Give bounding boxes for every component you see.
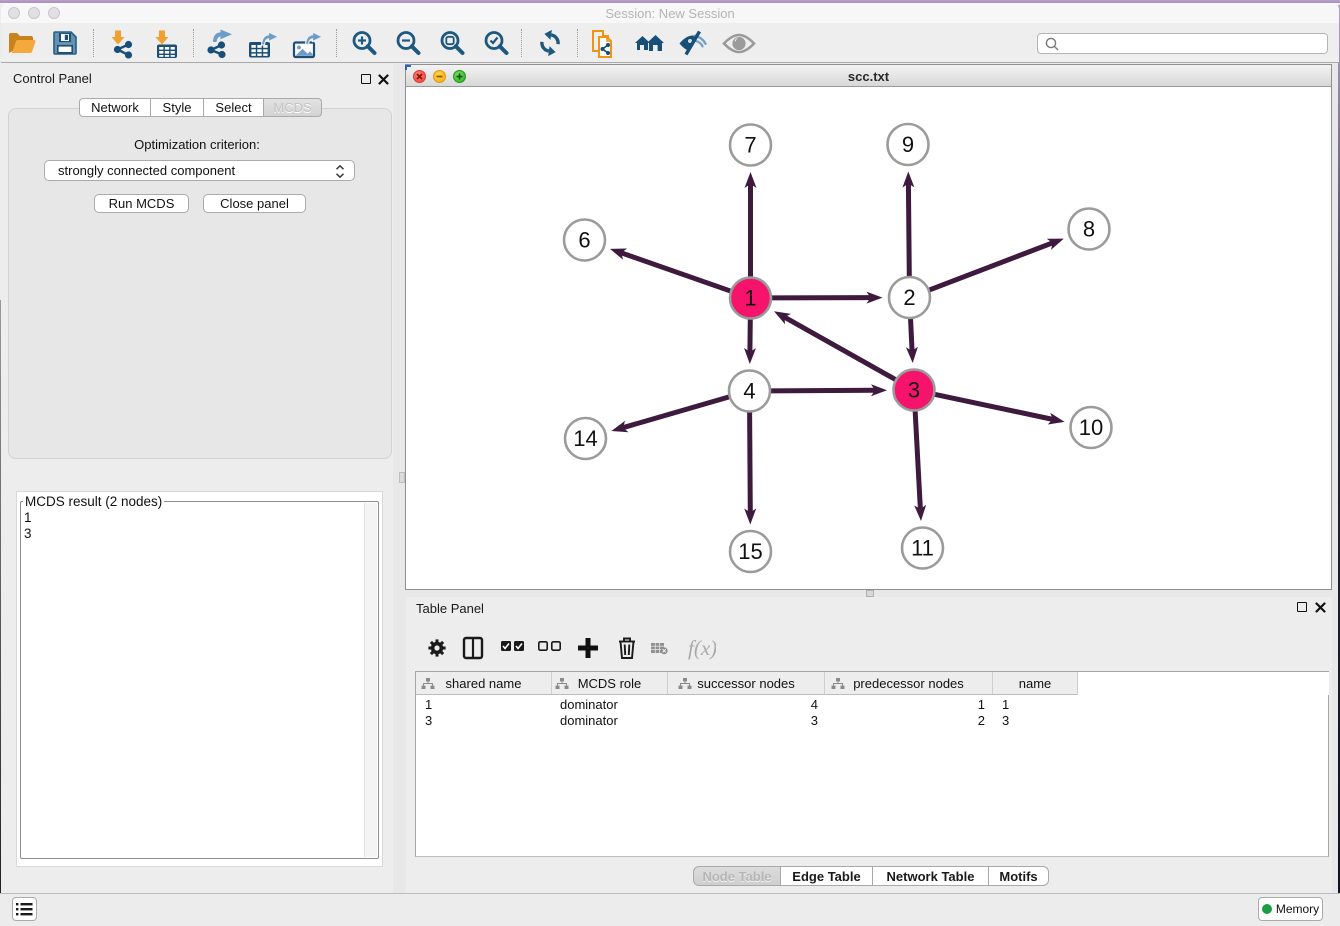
svg-text:10: 10 — [1079, 415, 1103, 440]
svg-text:9: 9 — [902, 132, 914, 157]
svg-text:7: 7 — [744, 133, 756, 158]
svg-text:15: 15 — [738, 539, 762, 564]
svg-text:6: 6 — [578, 228, 590, 253]
svg-text:3: 3 — [908, 378, 920, 403]
svg-text:8: 8 — [1083, 217, 1095, 242]
svg-text:14: 14 — [573, 426, 597, 451]
svg-text:1: 1 — [744, 286, 756, 311]
svg-text:11: 11 — [911, 536, 934, 561]
svg-text:f(x): f(x) — [688, 636, 716, 660]
svg-text:2: 2 — [903, 285, 915, 310]
svg-text:4: 4 — [743, 379, 755, 404]
